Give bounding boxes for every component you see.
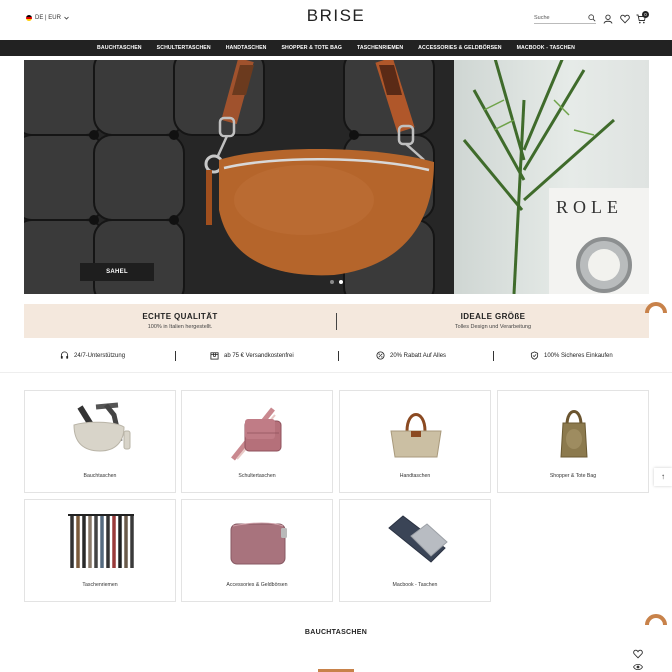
percent-icon xyxy=(376,351,385,360)
cart-count-badge: 0 xyxy=(642,11,649,18)
macbook-taschen-image xyxy=(388,515,448,563)
nav-item-taschenriemen[interactable]: TASCHENRIEMEN xyxy=(357,45,403,51)
feature-separator xyxy=(493,351,494,361)
category-card-bauchtaschen[interactable]: Bauchtaschen xyxy=(24,390,176,493)
slider-dot-2[interactable] xyxy=(339,280,343,284)
slider-dot-1[interactable] xyxy=(330,280,334,284)
category-card-taschenriemen[interactable]: Taschenriemen xyxy=(24,499,176,602)
search-input[interactable]: Suche xyxy=(534,13,596,24)
nav-item-shopper-tote-bag[interactable]: SHOPPER & TOTE BAG xyxy=(281,45,342,51)
heart-icon[interactable] xyxy=(620,14,630,24)
category-card-macbook-taschen[interactable]: Macbook - Taschen xyxy=(339,499,491,602)
nav-item-accessories-geldboersen[interactable]: ACCESSORIES & GELDBÖRSEN xyxy=(418,45,501,51)
user-icon[interactable] xyxy=(603,14,613,24)
quality-right: IDEALE GRÖßE Tolles Design und Verarbeit… xyxy=(337,304,649,338)
shopper-tote-bag-image xyxy=(560,410,588,458)
wishlist-heart-icon[interactable] xyxy=(633,649,643,659)
search-placeholder: Suche xyxy=(534,15,550,21)
accessories-geldboersen-image xyxy=(230,522,287,565)
schultertaschen-image xyxy=(231,407,282,461)
hero-right-panel: ROLE xyxy=(454,60,649,294)
feature-secure-label: 100% Sicheres Einkaufen xyxy=(544,352,613,359)
features-bar: 24/7-Unterstützung ab 75 € Versandkosten… xyxy=(24,348,649,364)
hero-cta-button[interactable]: SAHEL xyxy=(80,263,154,281)
feature-discount: 20% Rabatt Auf Alles xyxy=(376,351,446,360)
handtaschen-image xyxy=(390,413,442,458)
category-card-accessories-geldboersen[interactable]: Accessories & Geldbörsen xyxy=(181,499,333,602)
category-card-schultertaschen[interactable]: Schultertaschen xyxy=(181,390,333,493)
header: DE | EUR BRISE Suche 0 xyxy=(0,0,672,40)
quality-right-title: IDEALE GRÖßE xyxy=(460,312,526,321)
quality-band: ECHTE QUALITÄT 100% in Italien hergestel… xyxy=(24,304,649,338)
category-label: Bauchtaschen xyxy=(83,473,117,479)
shield-check-icon xyxy=(530,351,539,360)
nav-item-macbook-taschen[interactable]: MACBOOK - TASCHEN xyxy=(517,45,575,51)
scroll-to-top-button[interactable]: ↑ xyxy=(654,468,672,486)
package-icon xyxy=(210,352,219,360)
main-navigation: BAUCHTASCHEN SCHULTERTASCHEN HANDTASCHEN… xyxy=(0,40,672,56)
quality-left-title: ECHTE QUALITÄT xyxy=(142,312,218,321)
category-card-shopper-tote-bag[interactable]: Shopper & Tote Bag xyxy=(497,390,649,493)
hero-slider[interactable]: ROLE SAHEL xyxy=(24,60,649,294)
hero-leather-background xyxy=(24,60,454,294)
nav-item-schultertaschen[interactable]: SCHULTERTASCHEN xyxy=(157,45,211,51)
feature-support-label: 24/7-Unterstützung xyxy=(74,352,126,359)
floating-action-button[interactable] xyxy=(645,614,667,625)
feature-discount-label: 20% Rabatt Auf Alles xyxy=(390,352,447,359)
feature-separator xyxy=(175,351,176,361)
feature-support: 24/7-Unterstützung xyxy=(60,351,125,360)
quality-left-subtitle: 100% in Italien hergestellt. xyxy=(147,324,213,330)
bauchtaschen-image xyxy=(73,402,131,452)
search-icon[interactable] xyxy=(588,14,596,22)
nav-item-handtaschen[interactable]: HANDTASCHEN xyxy=(226,45,267,51)
section-title: BAUCHTASCHEN xyxy=(304,629,368,636)
category-label: Schultertaschen xyxy=(238,473,276,479)
section-divider xyxy=(0,372,672,373)
feature-separator xyxy=(338,351,339,361)
category-label: Macbook - Taschen xyxy=(392,582,438,588)
floating-action-button[interactable] xyxy=(645,302,667,313)
watch-box-text: ROLE xyxy=(556,197,623,217)
category-card-handtaschen[interactable]: Handtaschen xyxy=(339,390,491,493)
feature-shipping: ab 75 € Versandkostenfrei xyxy=(210,351,294,360)
feature-shipping-label: ab 75 € Versandkostenfrei xyxy=(224,352,294,359)
category-label: Taschenriemen xyxy=(82,582,118,588)
category-label: Accessories & Geldbörsen xyxy=(226,582,288,588)
nav-item-bauchtaschen[interactable]: BAUCHTASCHEN xyxy=(97,45,142,51)
category-label: Handtaschen xyxy=(399,473,431,479)
feature-secure: 100% Sicheres Einkaufen xyxy=(530,351,613,360)
taschenriemen-image xyxy=(68,514,134,568)
headset-icon xyxy=(60,351,69,359)
category-label: Shopper & Tote Bag xyxy=(549,473,597,479)
quick-view-eye-icon[interactable] xyxy=(633,663,643,671)
quality-left: ECHTE QUALITÄT 100% in Italien hergestel… xyxy=(24,304,336,338)
plant-watch-image: ROLE xyxy=(462,60,649,294)
quality-right-subtitle: Tolles Design und Verarbeitung xyxy=(454,324,532,330)
